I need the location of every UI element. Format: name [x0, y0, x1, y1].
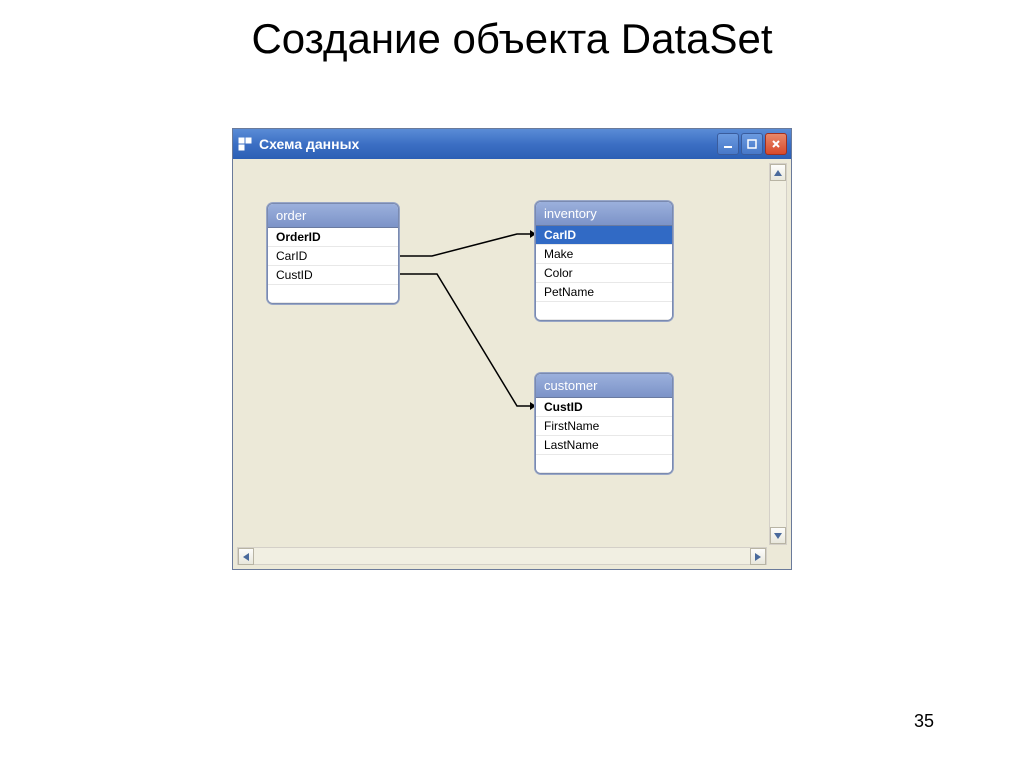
field-customer-empty — [536, 455, 672, 473]
field-order-empty — [268, 285, 398, 303]
entity-header-customer[interactable]: customer — [536, 374, 672, 398]
field-inventory-make[interactable]: Make — [536, 245, 672, 264]
page-title: Создание объекта DataSet — [0, 0, 1024, 63]
entity-header-inventory[interactable]: inventory — [536, 202, 672, 226]
field-customer-firstname[interactable]: FirstName — [536, 417, 672, 436]
field-order-carid[interactable]: CarID — [268, 247, 398, 266]
field-order-orderid[interactable]: OrderID — [268, 228, 398, 247]
entity-inventory[interactable]: inventory CarID Make Color PetName — [535, 201, 673, 321]
titlebar[interactable]: Схема данных — [233, 129, 791, 159]
vertical-scrollbar[interactable] — [769, 163, 787, 545]
entity-header-order[interactable]: order — [268, 204, 398, 228]
field-inventory-petname[interactable]: PetName — [536, 283, 672, 302]
scroll-down-button[interactable] — [770, 527, 786, 544]
scroll-right-button[interactable] — [750, 548, 766, 565]
scrollbar-corner — [769, 547, 787, 565]
schema-window: Схема данных order OrderI — [232, 128, 792, 570]
window-title: Схема данных — [259, 136, 717, 152]
field-order-custid[interactable]: CustID — [268, 266, 398, 285]
entity-order[interactable]: order OrderID CarID CustID — [267, 203, 399, 304]
entity-body-order: OrderID CarID CustID — [268, 228, 398, 303]
field-customer-custid[interactable]: CustID — [536, 398, 672, 417]
app-icon — [237, 136, 253, 152]
field-inventory-empty — [536, 302, 672, 320]
diagram-canvas[interactable]: order OrderID CarID CustID inventory Car… — [237, 163, 767, 545]
field-inventory-color[interactable]: Color — [536, 264, 672, 283]
scroll-left-button[interactable] — [238, 548, 254, 565]
field-inventory-carid[interactable]: CarID — [536, 226, 672, 245]
entity-body-inventory: CarID Make Color PetName — [536, 226, 672, 320]
field-customer-lastname[interactable]: LastName — [536, 436, 672, 455]
scroll-up-button[interactable] — [770, 164, 786, 181]
page-number: 35 — [914, 711, 934, 732]
close-button[interactable] — [765, 133, 787, 155]
entity-body-customer: CustID FirstName LastName — [536, 398, 672, 473]
maximize-button[interactable] — [741, 133, 763, 155]
minimize-button[interactable] — [717, 133, 739, 155]
entity-customer[interactable]: customer CustID FirstName LastName — [535, 373, 673, 474]
client-area: order OrderID CarID CustID inventory Car… — [233, 159, 791, 569]
horizontal-scrollbar[interactable] — [237, 547, 767, 565]
window-controls — [717, 133, 787, 155]
